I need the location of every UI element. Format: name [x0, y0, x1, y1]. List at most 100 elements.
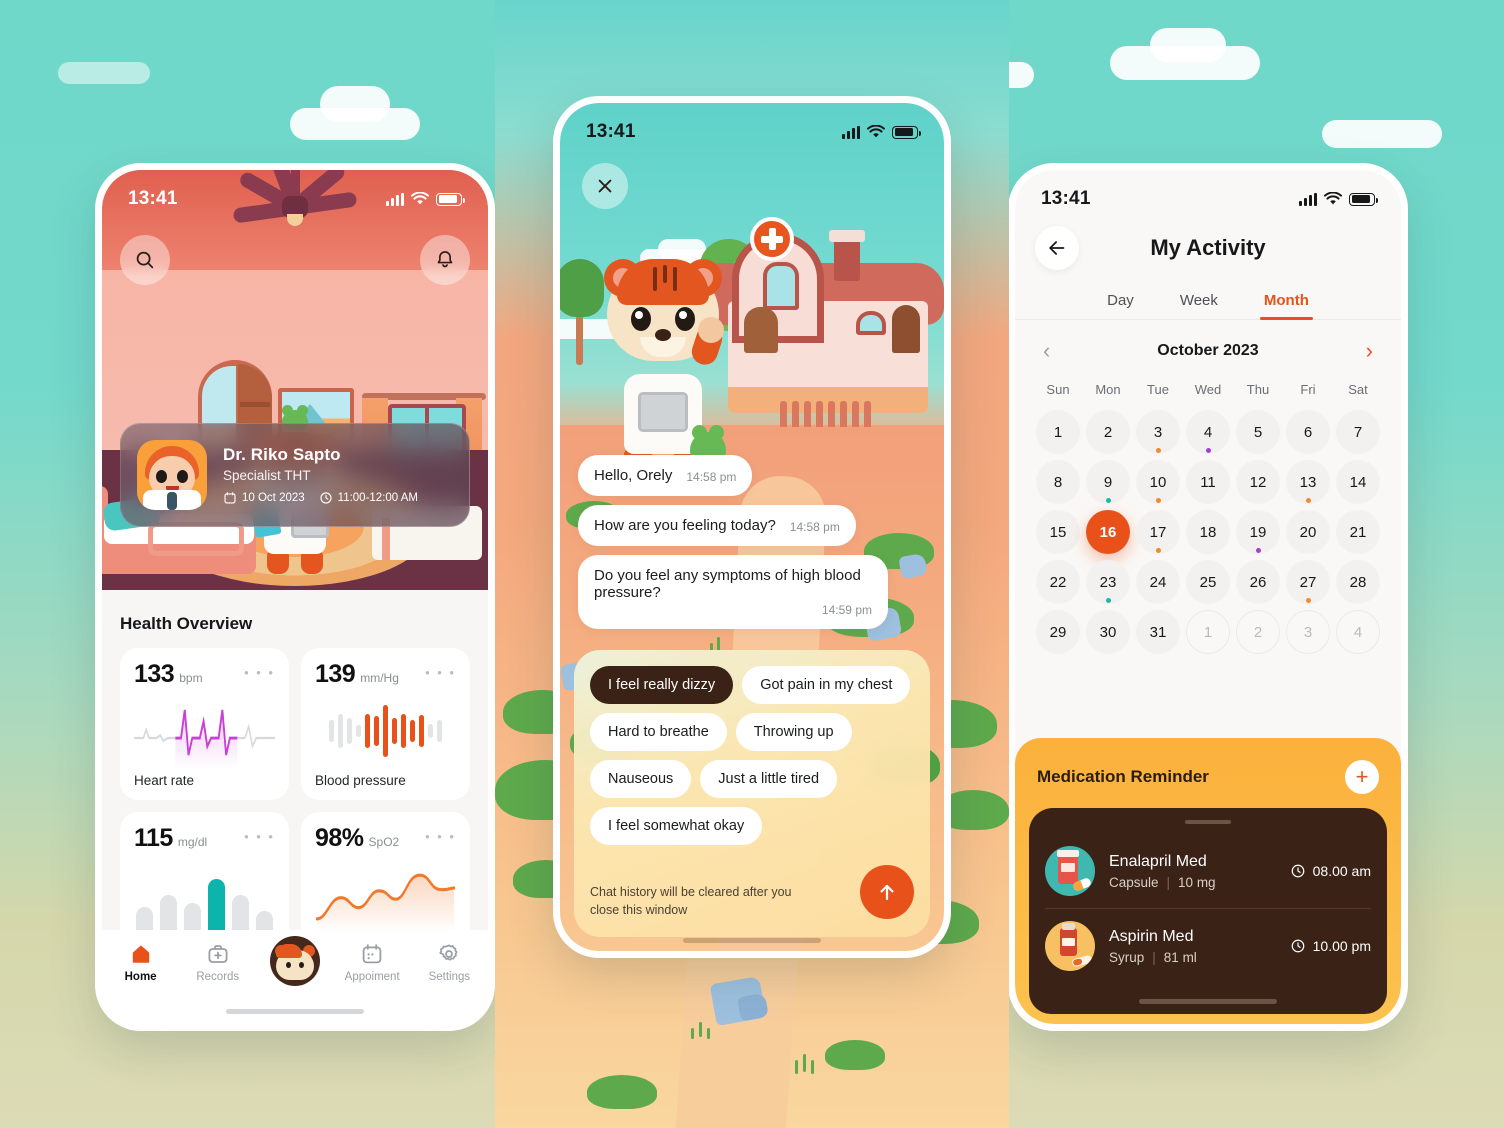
calendar-day[interactable]: 8 — [1035, 458, 1081, 506]
card-more-button[interactable]: • • • — [244, 666, 275, 679]
calendar-day[interactable]: 4 — [1185, 408, 1231, 456]
calendar-day[interactable]: 17 — [1135, 508, 1181, 556]
calendar-day[interactable]: 11 — [1185, 458, 1231, 506]
calendar-day[interactable]: 18 — [1185, 508, 1231, 556]
tab-home[interactable]: Home — [109, 942, 173, 983]
status-bar: 13:41 — [1015, 170, 1401, 216]
health-card-blood-pressure[interactable]: 139 mm/Hg • • • Blood pressure — [301, 648, 470, 800]
calendar-day[interactable]: 4 — [1335, 608, 1381, 656]
calendar-day[interactable]: 5 — [1235, 408, 1281, 456]
calendar-day-number: 25 — [1186, 560, 1230, 604]
tab-day[interactable]: Day — [1107, 292, 1134, 319]
calendar-day[interactable]: 28 — [1335, 558, 1381, 606]
calendar-icon — [362, 944, 382, 964]
list-item[interactable]: Aspirin Med Syrup | 81 ml 10.00 pm — [1045, 908, 1371, 983]
blood-oxygen-value: 98% — [315, 824, 364, 852]
calendar-day[interactable]: 16 — [1085, 508, 1131, 556]
next-month-button[interactable]: › — [1366, 340, 1373, 362]
chip-option[interactable]: Hard to breathe — [590, 713, 727, 751]
tab-week[interactable]: Week — [1180, 292, 1218, 319]
calendar-day[interactable]: 10 — [1135, 458, 1181, 506]
home-indicator[interactable] — [683, 938, 821, 943]
calendar-day[interactable]: 6 — [1285, 408, 1331, 456]
list-item[interactable]: Enalapril Med Capsule | 10 mg 08.00 am — [1045, 834, 1371, 908]
sugar-level-unit: mg/dl — [177, 835, 208, 849]
calendar-day[interactable]: 13 — [1285, 458, 1331, 506]
calendar-day-number: 4 — [1336, 610, 1380, 654]
calendar-day[interactable]: 1 — [1035, 408, 1081, 456]
calendar-day-number: 22 — [1036, 560, 1080, 604]
home-indicator[interactable] — [226, 1009, 364, 1014]
tab-appointment[interactable]: Appoiment — [340, 942, 404, 983]
symptom-chips: I feel really dizzy Got pain in my chest… — [590, 666, 914, 845]
calendar-day[interactable]: 21 — [1335, 508, 1381, 556]
calendar-day[interactable]: 14 — [1335, 458, 1381, 506]
calendar-day[interactable]: 15 — [1035, 508, 1081, 556]
calendar-day[interactable]: 19 — [1235, 508, 1281, 556]
calendar-day-number: 31 — [1136, 610, 1180, 654]
calendar-day[interactable]: 2 — [1085, 408, 1131, 456]
calendar-day[interactable]: 26 — [1235, 558, 1281, 606]
calendar-day[interactable]: 31 — [1135, 608, 1181, 656]
calendar-day[interactable]: 25 — [1185, 558, 1231, 606]
chip-option[interactable]: Just a little tired — [700, 760, 838, 798]
calendar-day-dot — [1155, 548, 1161, 553]
chip-option[interactable]: Throwing up — [735, 713, 852, 751]
chip-option[interactable]: Got pain in my chest — [742, 666, 911, 704]
calendar-day[interactable]: 22 — [1035, 558, 1081, 606]
tab-records[interactable]: Records — [186, 942, 250, 983]
card-more-button[interactable]: • • • — [244, 830, 275, 843]
chat-history-note: Chat history will be cleared after you c… — [590, 884, 792, 917]
cloud-decoration — [1322, 120, 1442, 148]
calendar-day[interactable]: 9 — [1085, 458, 1131, 506]
calendar-day-dot — [1155, 448, 1161, 453]
close-button[interactable] — [582, 163, 628, 209]
calendar-day-number: 2 — [1236, 610, 1280, 654]
heart-rate-label: Heart rate — [134, 773, 195, 788]
calendar-day[interactable]: 30 — [1085, 608, 1131, 656]
clock-icon — [1291, 939, 1304, 953]
send-button[interactable] — [860, 865, 914, 919]
sugar-bar-chart — [134, 857, 275, 933]
calendar-day[interactable]: 1 — [1185, 608, 1231, 656]
medication-list: Enalapril Med Capsule | 10 mg 08.00 am A… — [1029, 808, 1387, 1014]
tab-settings[interactable]: Settings — [417, 942, 481, 983]
calendar-day[interactable]: 24 — [1135, 558, 1181, 606]
calendar-day[interactable]: 2 — [1235, 608, 1281, 656]
chip-option[interactable]: I feel somewhat okay — [590, 807, 763, 845]
tiger-avatar-icon — [269, 936, 320, 986]
message-time: 14:58 pm — [686, 470, 737, 484]
tab-assistant[interactable] — [263, 936, 327, 991]
calendar-day-dot — [1305, 598, 1311, 603]
clock-icon — [320, 492, 332, 504]
status-time: 13:41 — [128, 188, 178, 209]
arrow-up-icon — [880, 884, 894, 901]
wifi-icon — [1324, 192, 1342, 205]
tab-month[interactable]: Month — [1259, 292, 1313, 320]
notifications-button[interactable] — [420, 235, 470, 285]
prev-month-button[interactable]: ‹ — [1043, 340, 1050, 362]
calendar-day[interactable]: 29 — [1035, 608, 1081, 656]
calendar-day[interactable]: 3 — [1285, 608, 1331, 656]
add-medication-button[interactable]: + — [1345, 760, 1379, 794]
calendar-day[interactable]: 20 — [1285, 508, 1331, 556]
chip-option[interactable]: Nauseous — [590, 760, 692, 798]
message-time: 14:59 pm — [821, 603, 872, 617]
tab-label: Settings — [428, 971, 471, 983]
calendar-day[interactable]: 23 — [1085, 558, 1131, 606]
search-button[interactable] — [120, 235, 170, 285]
calendar-day[interactable]: 3 — [1135, 408, 1181, 456]
chip-option[interactable]: I feel really dizzy — [590, 666, 734, 704]
home-indicator[interactable] — [1139, 999, 1277, 1004]
calendar-day[interactable]: 7 — [1335, 408, 1381, 456]
card-more-button[interactable]: • • • — [425, 830, 456, 843]
health-card-heart-rate[interactable]: 133 bpm • • • Heart rate — [120, 648, 289, 800]
drag-handle[interactable] — [1185, 820, 1231, 824]
calendar-day[interactable]: 12 — [1235, 458, 1281, 506]
doctor-appointment-card[interactable]: Dr. Riko Sapto Specialist THT 10 Oct 202… — [120, 423, 470, 527]
calendar-day[interactable]: 27 — [1285, 558, 1331, 606]
doctor-specialty: Specialist THT — [223, 468, 311, 483]
bell-icon — [437, 251, 453, 268]
home-icon — [132, 945, 149, 963]
card-more-button[interactable]: • • • — [425, 666, 456, 679]
